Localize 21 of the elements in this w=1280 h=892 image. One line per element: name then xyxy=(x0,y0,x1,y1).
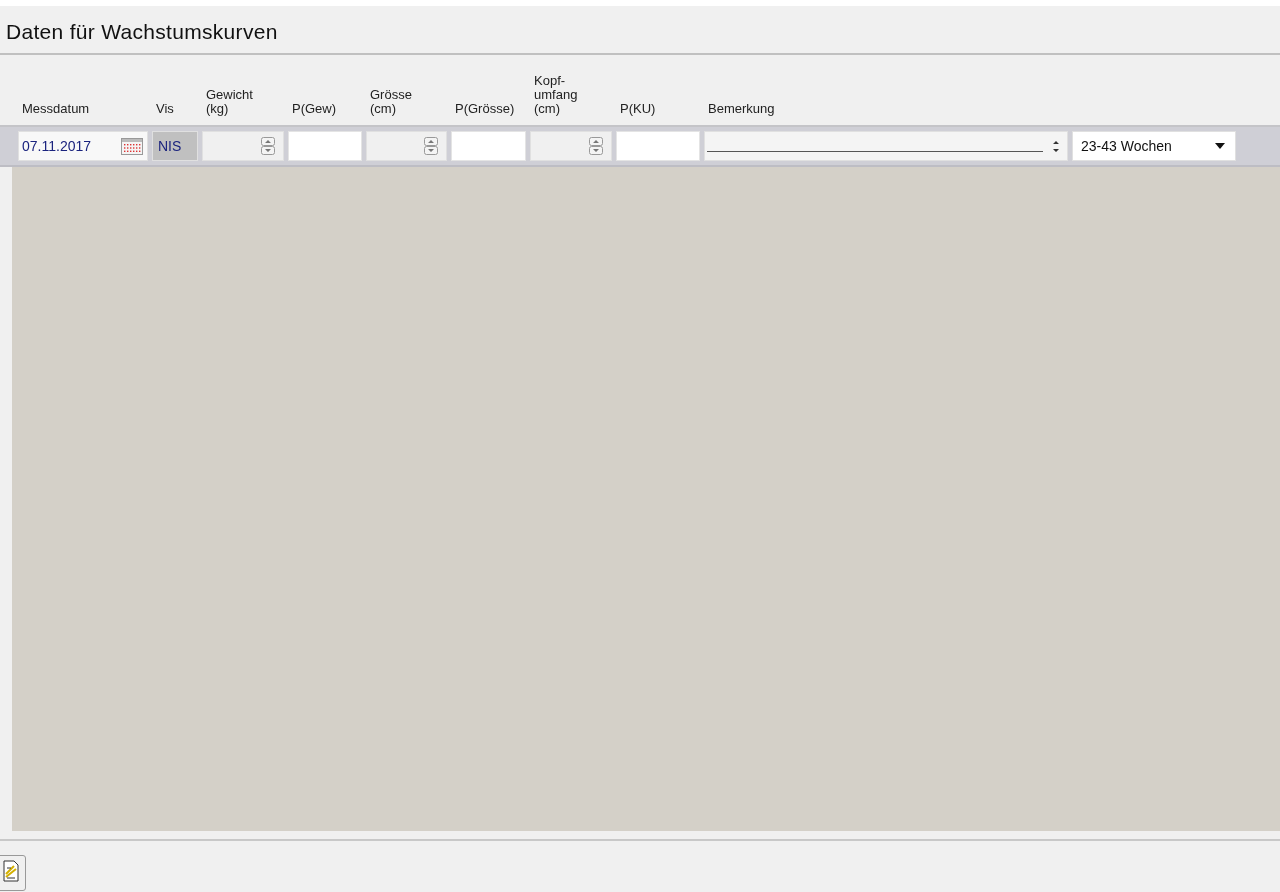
column-header: Kopf- umfang (cm) xyxy=(533,74,579,118)
page-title: Daten für Wachstumskurven xyxy=(6,19,278,45)
code-field[interactable]: NIS xyxy=(152,131,198,161)
column-header: P(Grösse) xyxy=(454,102,516,118)
dropdown-caret-icon xyxy=(1215,143,1225,149)
document-icon xyxy=(2,860,20,882)
remark-field[interactable] xyxy=(704,131,1068,161)
column-header: P(KU) xyxy=(619,102,657,118)
percentile-field[interactable] xyxy=(616,131,700,161)
range-dropdown[interactable]: 23-43 Wochen xyxy=(1072,131,1236,161)
percentile-field[interactable] xyxy=(288,131,362,161)
column-header: Grösse (cm) xyxy=(369,88,413,118)
date-field[interactable]: 07.11.2017 xyxy=(18,131,148,161)
column-header: Messdatum xyxy=(21,102,91,118)
column-header: Gewicht (kg) xyxy=(205,88,254,118)
column-header: Vis xyxy=(155,102,175,118)
document-button[interactable] xyxy=(0,855,26,891)
column-header: P(Gew) xyxy=(291,102,338,118)
percentile-field[interactable] xyxy=(451,131,526,161)
column-header: Bemerkung xyxy=(707,102,776,118)
calendar-icon[interactable] xyxy=(121,137,143,155)
